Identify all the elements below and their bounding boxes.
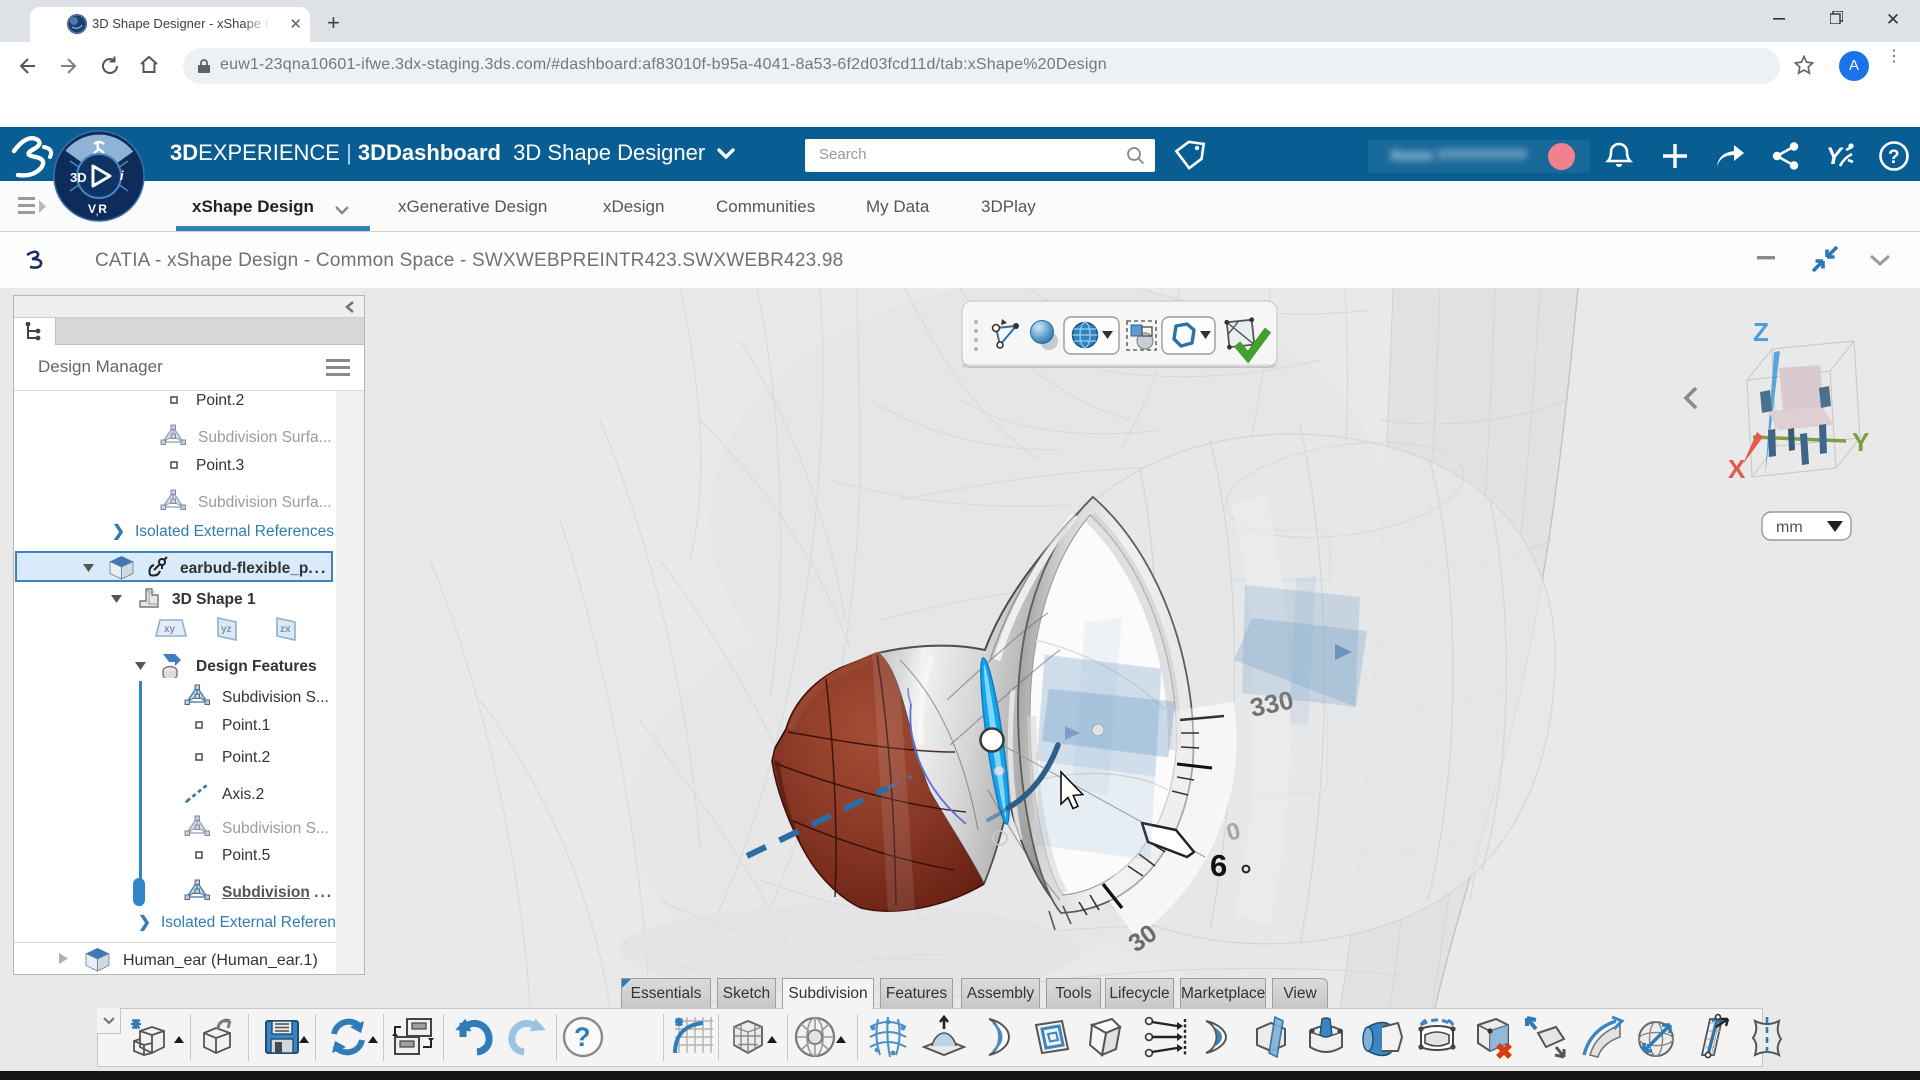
svg-text:V,R: V,R	[88, 202, 107, 217]
svg-text:?: ?	[574, 1022, 591, 1052]
svg-text:Y: Y	[1852, 427, 1869, 457]
svg-text:i: i	[120, 168, 124, 183]
svg-text:Z: Z	[1753, 317, 1769, 347]
svg-text:xy: xy	[164, 624, 176, 635]
svg-text:yz: yz	[221, 624, 232, 635]
svg-text:zx: zx	[280, 624, 291, 635]
svg-text:mm: mm	[1776, 519, 1803, 536]
svg-text:X: X	[1728, 454, 1746, 484]
svg-text:6: 6	[1210, 848, 1227, 883]
svg-text:3D: 3D	[70, 170, 87, 185]
svg-text:?: ?	[1888, 147, 1900, 168]
